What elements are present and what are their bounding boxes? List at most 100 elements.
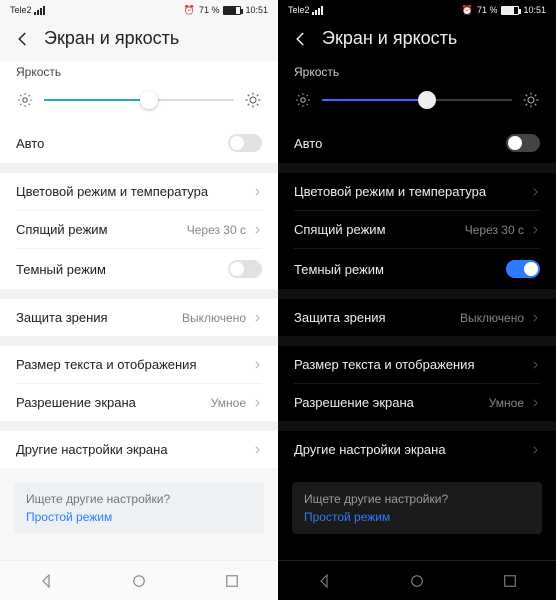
brightness-slider[interactable] — [278, 85, 556, 123]
auto-brightness-row[interactable]: Авто — [278, 123, 556, 163]
chevron-right-icon — [252, 360, 262, 370]
sleep-label: Спящий режим — [294, 222, 465, 237]
clock: 10:51 — [245, 5, 268, 15]
resolution-row[interactable]: Разрешение экрана Умное — [0, 384, 278, 421]
eye-comfort-label: Защита зрения — [16, 310, 182, 325]
hint-question: Ищете другие настройки? — [304, 492, 530, 506]
alarm-icon: ⏰ — [462, 5, 473, 16]
nav-home-icon[interactable] — [130, 572, 148, 590]
resolution-value: Умное — [211, 396, 246, 410]
sleep-value: Через 30 с — [187, 223, 246, 237]
chevron-right-icon — [530, 445, 540, 455]
auto-label: Авто — [294, 136, 506, 151]
brightness-high-icon — [244, 91, 262, 109]
eye-comfort-value: Выключено — [460, 311, 524, 325]
simple-mode-link[interactable]: Простой режим — [304, 510, 530, 524]
text-size-label: Размер текста и отображения — [294, 357, 530, 372]
chevron-right-icon — [252, 313, 262, 323]
chevron-right-icon — [530, 225, 540, 235]
sleep-value: Через 30 с — [465, 223, 524, 237]
hint-box: Ищете другие настройки? Простой режим — [14, 482, 264, 534]
dark-mode-label: Темный режим — [294, 262, 506, 277]
status-bar: Tele2 ⏰ 71 % 10:51 — [278, 0, 556, 18]
eye-comfort-row[interactable]: Защита зрения Выключено — [0, 299, 278, 336]
signal-icon — [312, 6, 323, 15]
eye-comfort-value: Выключено — [182, 311, 246, 325]
chevron-right-icon — [252, 398, 262, 408]
battery-icon — [223, 6, 241, 15]
eye-comfort-row[interactable]: Защита зрения Выключено — [278, 299, 556, 336]
dark-mode-toggle[interactable] — [228, 260, 262, 278]
color-mode-label: Цветовой режим и температура — [16, 184, 252, 199]
brightness-low-icon — [294, 91, 312, 109]
color-mode-row[interactable]: Цветовой режим и температура — [0, 173, 278, 210]
chevron-right-icon — [252, 225, 262, 235]
chevron-right-icon — [252, 187, 262, 197]
page-title: Экран и яркость — [44, 28, 179, 49]
carrier-label: Tele2 — [288, 5, 310, 15]
eye-comfort-label: Защита зрения — [294, 310, 460, 325]
nav-recent-icon[interactable] — [501, 572, 519, 590]
chevron-right-icon — [530, 187, 540, 197]
signal-icon — [34, 6, 45, 15]
battery-icon — [501, 6, 519, 15]
clock: 10:51 — [523, 5, 546, 15]
carrier-label: Tele2 — [10, 5, 32, 15]
auto-toggle[interactable] — [506, 134, 540, 152]
header: Экран и яркость — [278, 18, 556, 61]
phone-light: Tele2 ⏰ 71 % 10:51 Экран и яркость Яркос… — [0, 0, 278, 600]
hint-question: Ищете другие настройки? — [26, 492, 252, 506]
brightness-slider[interactable] — [0, 85, 278, 123]
nav-back-icon[interactable] — [315, 572, 333, 590]
nav-recent-icon[interactable] — [223, 572, 241, 590]
more-settings-row[interactable]: Другие настройки экрана — [278, 431, 556, 468]
auto-toggle[interactable] — [228, 134, 262, 152]
simple-mode-link[interactable]: Простой режим — [26, 510, 252, 524]
nav-home-icon[interactable] — [408, 572, 426, 590]
more-label: Другие настройки экрана — [16, 442, 252, 457]
dark-mode-label: Темный режим — [16, 262, 228, 277]
dark-mode-row[interactable]: Темный режим — [278, 249, 556, 289]
text-size-label: Размер текста и отображения — [16, 357, 252, 372]
chevron-right-icon — [252, 445, 262, 455]
page-title: Экран и яркость — [322, 28, 457, 49]
brightness-label: Яркость — [0, 61, 278, 85]
color-mode-row[interactable]: Цветовой режим и температура — [278, 173, 556, 210]
auto-brightness-row[interactable]: Авто — [0, 123, 278, 163]
brightness-track[interactable] — [322, 99, 512, 101]
status-bar: Tele2 ⏰ 71 % 10:51 — [0, 0, 278, 18]
sleep-row[interactable]: Спящий режим Через 30 с — [0, 211, 278, 248]
hint-box: Ищете другие настройки? Простой режим — [292, 482, 542, 534]
text-size-row[interactable]: Размер текста и отображения — [278, 346, 556, 383]
sleep-label: Спящий режим — [16, 222, 187, 237]
more-settings-row[interactable]: Другие настройки экрана — [0, 431, 278, 468]
back-icon[interactable] — [292, 30, 310, 48]
resolution-row[interactable]: Разрешение экрана Умное — [278, 384, 556, 421]
battery-pct: 71 % — [199, 5, 220, 15]
phone-dark: Tele2 ⏰ 71 % 10:51 Экран и яркость Яркос… — [278, 0, 556, 600]
header: Экран и яркость — [0, 18, 278, 61]
chevron-right-icon — [530, 313, 540, 323]
nav-back-icon[interactable] — [37, 572, 55, 590]
resolution-label: Разрешение экрана — [294, 395, 489, 410]
brightness-label: Яркость — [278, 61, 556, 85]
dark-mode-toggle[interactable] — [506, 260, 540, 278]
color-mode-label: Цветовой режим и температура — [294, 184, 530, 199]
brightness-track[interactable] — [44, 99, 234, 101]
more-label: Другие настройки экрана — [294, 442, 530, 457]
text-size-row[interactable]: Размер текста и отображения — [0, 346, 278, 383]
alarm-icon: ⏰ — [184, 5, 195, 16]
resolution-label: Разрешение экрана — [16, 395, 211, 410]
brightness-low-icon — [16, 91, 34, 109]
nav-bar — [278, 560, 556, 600]
sleep-row[interactable]: Спящий режим Через 30 с — [278, 211, 556, 248]
back-icon[interactable] — [14, 30, 32, 48]
brightness-high-icon — [522, 91, 540, 109]
resolution-value: Умное — [489, 396, 524, 410]
battery-pct: 71 % — [477, 5, 498, 15]
dark-mode-row[interactable]: Темный режим — [0, 249, 278, 289]
auto-label: Авто — [16, 136, 228, 151]
nav-bar — [0, 560, 278, 600]
chevron-right-icon — [530, 398, 540, 408]
chevron-right-icon — [530, 360, 540, 370]
